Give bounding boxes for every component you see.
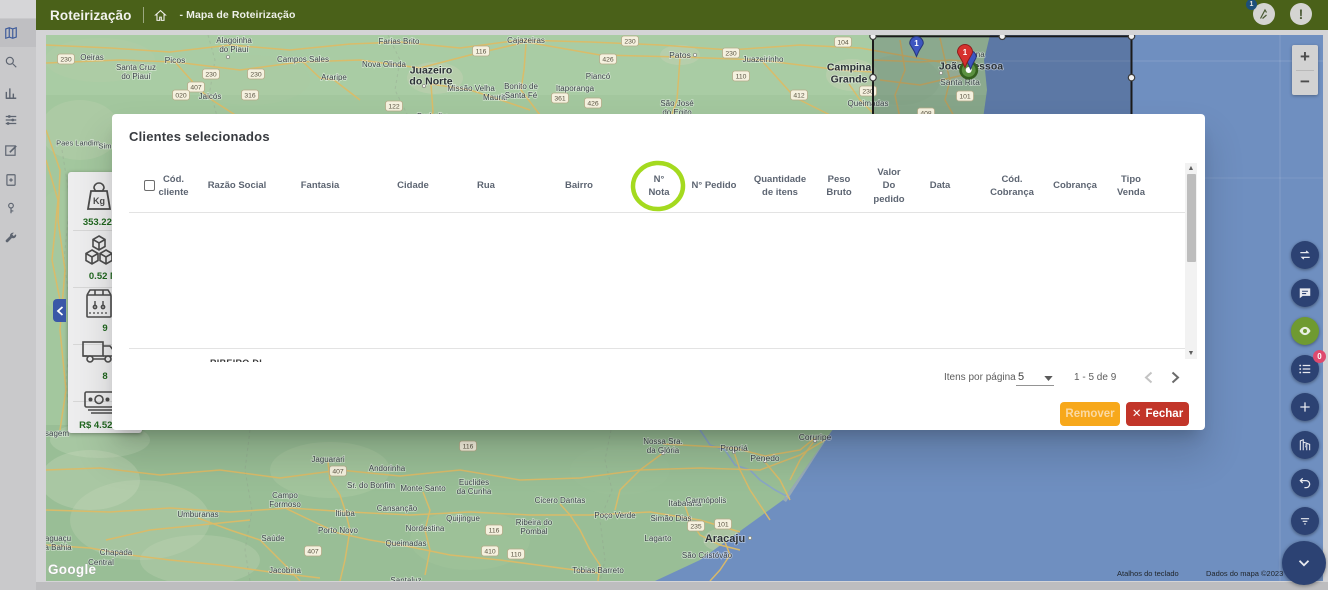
svg-text:Pombal: Pombal <box>520 527 547 536</box>
svg-text:Propriá: Propriá <box>720 443 748 453</box>
svg-text:Kg: Kg <box>93 196 105 206</box>
svg-text:do Piauí: do Piauí <box>219 45 249 54</box>
svg-text:Saúde: Saúde <box>261 534 285 543</box>
svg-text:Chapada: Chapada <box>100 548 133 557</box>
svg-text:Grande: Grande <box>831 74 868 86</box>
svg-text:316: 316 <box>244 93 256 100</box>
svg-text:Campina: Campina <box>827 62 872 74</box>
svg-text:Nossa Sra.: Nossa Sra. <box>643 437 683 446</box>
svg-text:Alagoinha: Alagoinha <box>216 36 252 45</box>
svg-text:Santaluz: Santaluz <box>390 576 421 581</box>
svg-text:Cicero Dantas: Cicero Dantas <box>535 496 586 505</box>
svg-text:230: 230 <box>250 72 262 79</box>
svg-text:230: 230 <box>624 39 636 46</box>
svg-text:Piancó: Piancó <box>586 72 611 81</box>
svg-text:Santa Cruz: Santa Cruz <box>116 63 156 72</box>
svg-text:Bonito de: Bonito de <box>504 82 538 91</box>
svg-text:426: 426 <box>602 57 614 64</box>
svg-text:116: 116 <box>489 528 500 535</box>
svg-text:Jaicós: Jaicós <box>199 92 222 101</box>
svg-text:230: 230 <box>205 72 217 79</box>
svg-text:110: 110 <box>736 74 747 81</box>
svg-text:407: 407 <box>190 85 202 92</box>
svg-text:Picos: Picos <box>165 55 186 65</box>
svg-text:Sr. do Bonfim: Sr. do Bonfim <box>347 481 395 490</box>
svg-text:426: 426 <box>587 101 599 108</box>
svg-text:Juazeirinho: Juazeirinho <box>743 55 784 64</box>
svg-text:Nordestina: Nordestina <box>406 524 445 533</box>
svg-text:Umburanas: Umburanas <box>177 510 218 519</box>
svg-text:Farias Brito: Farias Brito <box>379 37 420 46</box>
svg-text:Campos Sales: Campos Sales <box>277 55 329 64</box>
svg-text:116: 116 <box>463 444 474 451</box>
svg-text:122: 122 <box>388 104 400 111</box>
svg-text:Paes Landim: Paes Landim <box>56 139 100 148</box>
svg-text:230: 230 <box>60 57 72 64</box>
svg-text:101: 101 <box>717 522 729 529</box>
svg-text:Cajazeiras: Cajazeiras <box>507 36 545 45</box>
svg-text:Atalhos do teclado: Atalhos do teclado <box>1117 569 1179 578</box>
svg-text:a Bahia: a Bahia <box>46 543 72 552</box>
svg-text:230: 230 <box>725 51 737 58</box>
svg-text:Penedo: Penedo <box>750 453 780 463</box>
svg-text:Ribeira do: Ribeira do <box>516 518 553 527</box>
svg-text:Tobias Barreto: Tobias Barreto <box>572 566 624 575</box>
svg-text:Santa Fé: Santa Fé <box>505 91 538 100</box>
svg-text:Google: Google <box>48 562 96 577</box>
svg-text:Porto Novo: Porto Novo <box>318 526 359 535</box>
svg-text:aguaçu: aguaçu <box>46 534 71 543</box>
svg-text:Carmópolis: Carmópolis <box>686 496 726 505</box>
svg-text:Jacobina: Jacobina <box>269 566 302 575</box>
svg-text:361: 361 <box>554 96 566 103</box>
svg-text:Oeiras: Oeiras <box>80 53 104 62</box>
svg-text:Queimadas: Queimadas <box>848 99 889 108</box>
svg-text:Simão Dias: Simão Dias <box>651 514 692 523</box>
svg-text:Quijingue: Quijingue <box>446 514 480 523</box>
svg-text:1: 1 <box>963 48 968 57</box>
svg-text:Araripe: Araripe <box>321 73 347 82</box>
svg-text:Campo: Campo <box>272 491 298 500</box>
svg-text:Sim: Sim <box>99 142 112 151</box>
svg-text:235: 235 <box>690 524 702 531</box>
svg-text:410: 410 <box>484 549 496 556</box>
svg-text:Poço Verde: Poço Verde <box>594 511 636 520</box>
svg-text:020: 020 <box>175 93 187 100</box>
svg-text:Santa Rita: Santa Rita <box>940 77 980 87</box>
svg-text:116: 116 <box>476 49 487 56</box>
svg-text:Itaporanga: Itaporanga <box>556 84 595 93</box>
svg-text:Lagarto: Lagarto <box>644 534 672 543</box>
svg-text:Euclides: Euclides <box>459 478 489 487</box>
svg-text:da Glória: da Glória <box>647 446 680 455</box>
svg-text:Missão Velha: Missão Velha <box>447 84 495 93</box>
svg-text:1: 1 <box>914 39 919 48</box>
svg-text:Mauriti: Mauriti <box>483 93 507 102</box>
svg-text:Coruripe: Coruripe <box>799 432 832 442</box>
svg-text:do Piauí: do Piauí <box>121 72 151 81</box>
svg-text:da Cunha: da Cunha <box>457 487 492 496</box>
svg-text:Jaguarari: Jaguarari <box>311 455 345 464</box>
svg-text:Patos: Patos <box>669 50 691 60</box>
svg-text:407: 407 <box>307 549 319 556</box>
svg-text:Nova Olinda: Nova Olinda <box>362 60 407 69</box>
svg-text:Queimadas: Queimadas <box>386 539 427 548</box>
svg-text:Monte Santo: Monte Santo <box>400 484 446 493</box>
svg-text:104: 104 <box>837 40 849 47</box>
svg-text:407: 407 <box>332 469 344 476</box>
svg-text:sagem: sagem <box>46 429 69 438</box>
svg-text:Cansanção: Cansanção <box>377 504 418 513</box>
svg-text:110: 110 <box>511 552 522 559</box>
svg-text:412: 412 <box>793 93 805 100</box>
svg-text:Itiuba: Itiuba <box>335 509 355 518</box>
svg-text:Andorinha: Andorinha <box>369 464 406 473</box>
svg-text:Aracaju: Aracaju <box>705 533 745 545</box>
svg-text:Formoso: Formoso <box>269 500 301 509</box>
svg-text:101: 101 <box>959 94 971 101</box>
svg-text:São Cristóvão: São Cristóvão <box>682 551 733 560</box>
svg-text:São José: São José <box>660 99 694 108</box>
